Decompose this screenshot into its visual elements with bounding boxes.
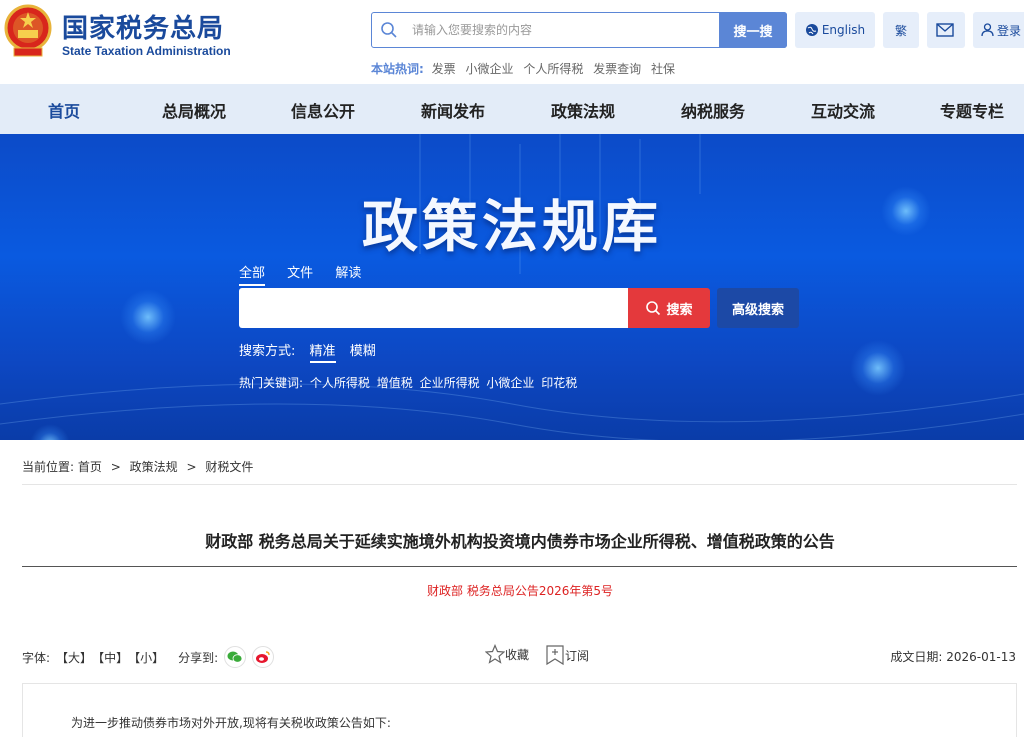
breadcrumb-item-fiscal-docs[interactable]: 财税文件 [205,460,253,474]
hot-keyword-link[interactable]: 印花税 [541,376,577,390]
hot-words-label: 本站热词: [371,62,424,76]
policy-search-input[interactable] [239,288,628,328]
favorite-label: 收藏 [505,647,530,662]
policy-library-title: 政策法规库 [362,194,662,260]
search-mode-label: 搜索方式: [239,344,296,359]
article-body: 为进一步推动债券市场对外开放,现将有关税收政策公告如下: [22,683,1017,737]
hot-word-link[interactable]: 个人所得税 [523,62,583,76]
subscribe-button[interactable]: 订阅 [545,644,589,666]
nav-item-policy[interactable]: 政策法规 [551,98,615,122]
site-header: 国家税务总局 State Taxation Administration 搜一搜… [0,0,1024,84]
policy-library-banner: 政策法规库 全部 文件 解读 搜索 高级搜索 搜索方式: 精准 模糊 热门关键词… [0,134,1024,440]
share-label: 分享到: [178,650,219,665]
weibo-share-icon[interactable] [252,646,275,668]
tab-all[interactable]: 全部 [239,262,266,286]
national-emblem-icon[interactable] [4,4,52,58]
search-mode-fuzzy[interactable]: 模糊 [350,340,376,361]
policy-search-button[interactable]: 搜索 [628,288,710,328]
search-mode-exact[interactable]: 精准 [309,340,336,363]
article-title: 财政部 税务总局关于延续实施境外机构投资境内债券市场企业所得税、增值税政策的公告 [205,532,835,551]
globe-icon [805,24,818,36]
nav-item-special-topics[interactable]: 专题专栏 [940,98,1004,122]
mail-button[interactable] [927,12,965,48]
breadcrumb: 当前位置: 首页 > 政策法规 > 财税文件 [22,458,253,475]
nav-item-news[interactable]: 新闻发布 [421,98,485,122]
mail-icon [935,23,954,37]
font-size-medium[interactable]: 【中】 [92,649,128,666]
traditional-chinese-button[interactable]: 繁 [883,12,919,48]
breadcrumb-label: 当前位置: [22,460,75,474]
site-logo-subtitle[interactable]: State Taxation Administration [62,44,231,58]
nav-item-home[interactable]: 首页 [48,98,80,122]
hot-word-link[interactable]: 社保 [651,62,675,76]
star-icon [485,644,505,664]
english-button[interactable]: English [795,12,875,48]
site-logo-title[interactable]: 国家税务总局 [62,8,224,45]
site-search-button[interactable]: 搜一搜 [719,12,787,48]
hot-word-link[interactable]: 发票查询 [593,62,641,76]
nav-item-overview[interactable]: 总局概况 [162,98,226,122]
tab-interpretation[interactable]: 解读 [335,262,361,284]
font-size-large[interactable]: 【大】 [56,649,92,666]
date-label: 成文日期: [890,650,943,664]
breadcrumb-item-home[interactable]: 首页 [78,460,102,474]
hot-keywords: 热门关键词: 个人所得税 增值税 企业所得税 小微企业 印花税 [239,374,577,391]
login-label: 登录 [997,23,1022,38]
font-size-label: 字体: [22,650,51,665]
site-hot-words: 本站热词: 发票 小微企业 个人所得税 发票查询 社保 [371,60,681,77]
traditional-label: 繁 [894,23,907,38]
policy-search-label: 搜索 [666,302,693,318]
hot-keyword-link[interactable]: 个人所得税 [310,376,370,390]
breadcrumb-separator: > [186,460,197,474]
tab-documents[interactable]: 文件 [287,262,313,284]
search-mode-selector: 搜索方式: 精准 模糊 [239,340,376,363]
site-search-input[interactable] [412,13,712,47]
document-date: 成文日期: 2026-01-13 [890,648,1016,665]
search-icon [381,22,397,38]
breadcrumb-item-policy[interactable]: 政策法规 [130,460,178,474]
font-size-small[interactable]: 【小】 [128,649,164,666]
english-label: English [821,23,866,37]
nav-item-info-disclosure[interactable]: 信息公开 [291,98,355,122]
hot-keyword-link[interactable]: 增值税 [377,376,413,390]
subscribe-icon [546,645,564,666]
nav-item-tax-service[interactable]: 纳税服务 [681,98,745,122]
hot-keywords-label: 热门关键词: [239,376,304,390]
hot-keyword-link[interactable]: 企业所得税 [420,376,480,390]
date-value: 2026-01-13 [946,650,1016,664]
search-icon [646,301,661,316]
site-search-box: 搜一搜 [371,12,787,48]
user-icon [981,23,994,37]
hot-word-link[interactable]: 发票 [432,62,456,76]
title-divider [22,566,1017,567]
login-button[interactable]: 登录 [973,12,1024,48]
wechat-share-icon[interactable] [224,646,247,668]
favorite-button[interactable]: 收藏 [485,644,529,664]
article-body-text: 为进一步推动债券市场对外开放,现将有关税收政策公告如下: [71,716,391,730]
hot-keyword-link[interactable]: 小微企业 [486,376,534,390]
breadcrumb-divider [22,484,1017,485]
banner-glow-light [850,340,906,396]
subscribe-label: 订阅 [565,648,590,663]
main-navigation: 首页 总局概况 信息公开 新闻发布 政策法规 纳税服务 互动交流 专题专栏 [0,84,1024,134]
article-content: 当前位置: 首页 > 政策法规 > 财税文件 财政部 税务总局关于延续实施境外机… [0,440,1024,737]
banner-search-tabs: 全部 文件 解读 [239,262,379,286]
breadcrumb-separator: > [110,460,121,474]
nav-item-interaction[interactable]: 互动交流 [811,98,875,122]
hot-word-link[interactable]: 小微企业 [465,62,513,76]
document-number: 财政部 税务总局公告2026年第5号 [427,584,613,598]
article-tools: 字体: 【大】 【中】 【小】 分享到: [22,646,280,668]
banner-glow-light [120,289,176,345]
advanced-search-button[interactable]: 高级搜索 [717,288,799,328]
